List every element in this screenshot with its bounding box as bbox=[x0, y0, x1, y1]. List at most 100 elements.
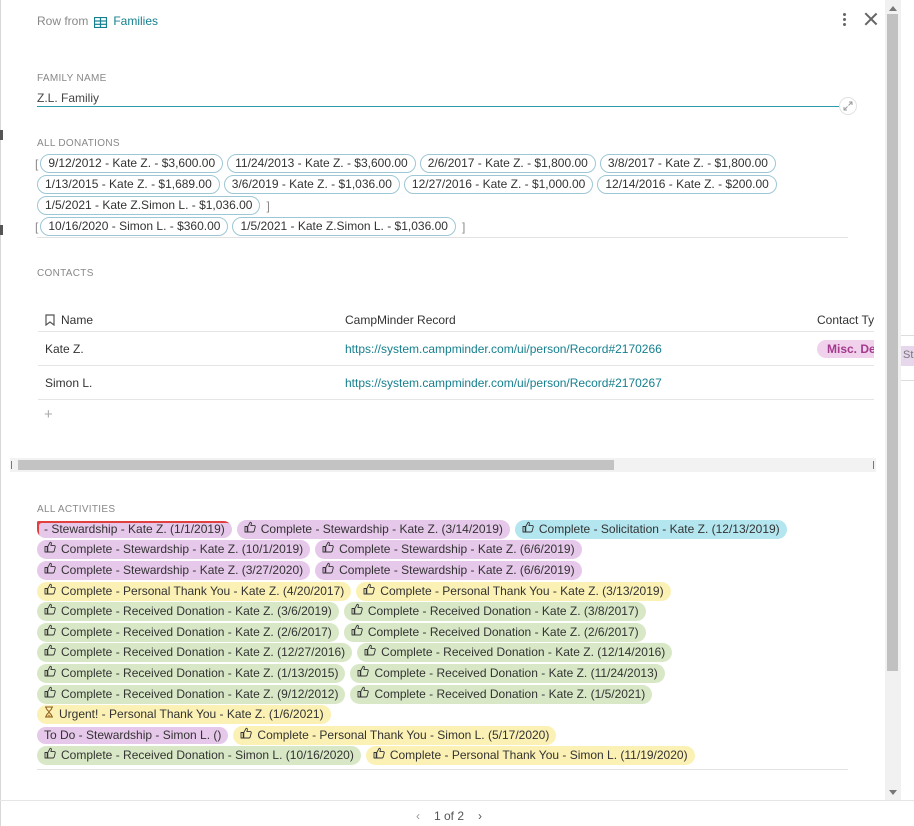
activities-row: To Do - Stewardship - Simon L. () Complet… bbox=[37, 725, 849, 746]
expand-icon[interactable] bbox=[839, 97, 857, 115]
scrollbar-thumb[interactable] bbox=[887, 14, 898, 671]
activity-chip[interactable]: Complete - Received Donation - Kate Z. (… bbox=[37, 622, 339, 642]
campminder-link[interactable]: https://system.campminder.com/ui/person/… bbox=[345, 376, 817, 390]
more-options-icon[interactable] bbox=[838, 10, 850, 28]
activity-label: Complete - Stewardship - Kate Z. (3/27/2… bbox=[61, 562, 304, 577]
donation-chip[interactable]: 9/12/2012 - Kate Z. - $3,600.00 bbox=[40, 154, 224, 173]
activity-chip[interactable]: Complete - Personal Thank You - Simon L.… bbox=[233, 725, 557, 745]
scrollbar-thumb[interactable] bbox=[18, 460, 614, 470]
table-row[interactable]: Kate Z. https://system.campminder.com/ui… bbox=[38, 332, 874, 366]
donations-row: 1/5/2021 - Kate Z.Simon L. - $1,036.00 ] bbox=[37, 195, 849, 216]
activity-chip[interactable]: Complete - Personal Thank You - Kate Z. … bbox=[356, 581, 671, 601]
column-header-type[interactable]: Contact Ty bbox=[817, 313, 874, 327]
donation-chip[interactable]: 1/5/2021 - Kate Z.Simon L. - $1,036.00 bbox=[37, 196, 261, 215]
activity-label: Complete - Personal Thank You - Simon L.… bbox=[389, 748, 688, 763]
activity-label: Complete - Received Donation - Kate Z. (… bbox=[61, 686, 339, 701]
activities-label: ALL ACTIVITIES bbox=[37, 504, 116, 515]
pager: ‹ 1 of 2 › bbox=[416, 809, 482, 823]
activity-chip[interactable]: Complete - Stewardship - Kate Z. (10/1/2… bbox=[37, 540, 311, 560]
thumbs-up-icon bbox=[44, 644, 56, 661]
activity-label: Complete - Personal Thank You - Simon L.… bbox=[257, 727, 550, 742]
scroll-right-arrow[interactable] bbox=[873, 461, 874, 469]
donation-chip[interactable]: 1/13/2015 - Kate Z. - $1,689.00 bbox=[37, 175, 220, 194]
contact-type-badge: Misc. De bbox=[817, 339, 874, 358]
thumbs-up-icon bbox=[244, 521, 256, 538]
activity-chip[interactable]: Complete - Stewardship - Kate Z. (3/14/2… bbox=[236, 519, 510, 539]
activity-chip[interactable]: Urgent! - Personal Thank You - Kate Z. (… bbox=[37, 705, 331, 725]
activity-label: - Stewardship - Kate Z. (1/1/2019) bbox=[44, 521, 225, 536]
bracket: [ bbox=[35, 219, 39, 234]
activity-chip[interactable]: Complete - Received Donation - Kate Z. (… bbox=[357, 643, 673, 663]
chevron-left-icon[interactable]: ‹ bbox=[416, 809, 420, 823]
activity-chip[interactable]: Complete - Personal Thank You - Simon L.… bbox=[365, 746, 695, 766]
background-edge-mark bbox=[0, 225, 3, 235]
activity-chip[interactable]: Complete - Received Donation - Kate Z. (… bbox=[350, 663, 665, 683]
donation-chip[interactable]: 12/27/2016 - Kate Z. - $1,000.00 bbox=[403, 175, 594, 194]
activity-label: Urgent! - Personal Thank You - Kate Z. (… bbox=[59, 707, 324, 722]
donations-list: [ 9/12/2012 - Kate Z. - $3,600.00 11/24/… bbox=[35, 153, 849, 237]
column-header-record[interactable]: CampMinder Record bbox=[345, 313, 817, 327]
add-row-button[interactable]: + bbox=[44, 406, 53, 423]
activity-chip[interactable]: Complete - Personal Thank You - Kate Z. … bbox=[37, 581, 352, 601]
activities-row: - Stewardship - Kate Z. (1/1/2019) Comple… bbox=[37, 519, 849, 540]
activity-chip[interactable]: Complete - Received Donation - Kate Z. (… bbox=[343, 602, 646, 622]
thumbs-up-icon bbox=[240, 727, 253, 744]
activities-row: Complete - Received Donation - Kate Z. (… bbox=[37, 601, 849, 622]
thumbs-up-icon bbox=[364, 644, 376, 661]
table-icon bbox=[94, 16, 108, 28]
activity-label: Complete - Received Donation - Simon L. … bbox=[61, 748, 354, 763]
donation-chip[interactable]: 3/6/2019 - Kate Z. - $1,036.00 bbox=[223, 175, 400, 194]
thumbs-up-icon bbox=[44, 665, 56, 682]
activities-row: Urgent! - Personal Thank You - Kate Z. (… bbox=[37, 704, 849, 725]
activity-chip[interactable]: Complete - Received Donation - Kate Z. (… bbox=[343, 622, 646, 642]
scroll-up-arrow[interactable] bbox=[889, 6, 897, 11]
donation-chip[interactable]: 3/8/2017 - Kate Z. - $1,800.00 bbox=[599, 154, 776, 173]
thumbs-up-icon bbox=[44, 541, 56, 558]
thumbs-up-icon bbox=[357, 665, 370, 682]
activity-chip[interactable]: Complete - Received Donation - Kate Z. (… bbox=[37, 643, 353, 663]
close-icon[interactable] bbox=[864, 12, 878, 26]
thumbs-up-icon bbox=[44, 686, 56, 703]
activity-chip[interactable]: Complete - Received Donation - Kate Z. (… bbox=[37, 602, 339, 622]
activity-chip[interactable]: Complete - Received Donation - Kate Z. (… bbox=[37, 684, 346, 704]
thumbs-up-icon bbox=[44, 583, 56, 600]
column-header-name[interactable]: Name bbox=[38, 313, 345, 327]
activity-chip[interactable]: Complete - Received Donation - Kate Z. (… bbox=[350, 684, 653, 704]
activity-chip[interactable]: Complete - Received Donation - Kate Z. (… bbox=[37, 663, 346, 683]
activity-chip[interactable]: Complete - Stewardship - Kate Z. (6/6/20… bbox=[315, 560, 582, 580]
table-link[interactable]: Families bbox=[113, 14, 158, 28]
thumbs-up-icon bbox=[522, 521, 534, 538]
activity-chip[interactable]: Complete - Received Donation - Simon L. … bbox=[37, 746, 361, 766]
activities-row: Complete - Received Donation - Kate Z. (… bbox=[37, 622, 849, 643]
activity-chip[interactable]: Complete - Stewardship - Kate Z. (3/27/2… bbox=[37, 560, 311, 580]
chevron-right-icon[interactable]: › bbox=[478, 809, 482, 823]
bracket: ] bbox=[266, 198, 270, 213]
table-header: Name CampMinder Record Contact Ty bbox=[38, 308, 874, 332]
modal-footer: ‹ 1 of 2 › bbox=[0, 800, 914, 826]
horizontal-scrollbar[interactable] bbox=[10, 458, 876, 472]
activity-label: Complete - Stewardship - Kate Z. (6/6/20… bbox=[339, 562, 575, 577]
donation-chip[interactable]: 1/5/2021 - Kate Z.Simon L. - $1,036.00 bbox=[232, 217, 456, 236]
activity-chip[interactable]: - Stewardship - Kate Z. (1/1/2019) bbox=[37, 520, 232, 538]
activity-label: Complete - Stewardship - Kate Z. (3/14/2… bbox=[260, 521, 503, 536]
scroll-down-arrow[interactable] bbox=[889, 790, 897, 795]
vertical-scrollbar[interactable] bbox=[885, 0, 901, 800]
activity-label: Complete - Stewardship - Kate Z. (10/1/2… bbox=[61, 542, 304, 557]
thumbs-up-icon bbox=[44, 624, 56, 641]
activity-label: Complete - Received Donation - Kate Z. (… bbox=[381, 645, 666, 660]
donation-chip[interactable]: 10/16/2020 - Simon L. - $360.00 bbox=[40, 217, 229, 236]
donation-chip[interactable]: 12/14/2016 - Kate Z. - $200.00 bbox=[597, 175, 777, 194]
campminder-link[interactable]: https://system.campminder.com/ui/person/… bbox=[345, 342, 817, 356]
activity-chip[interactable]: Complete - Solicitation - Kate Z. (12/13… bbox=[514, 519, 787, 539]
table-row[interactable]: Simon L. https://system.campminder.com/u… bbox=[38, 366, 874, 400]
activities-list: - Stewardship - Kate Z. (1/1/2019) Comple… bbox=[37, 519, 849, 766]
bracket: ] bbox=[461, 219, 466, 234]
scroll-left-arrow[interactable] bbox=[11, 461, 12, 469]
modal-header: Row from Families bbox=[37, 10, 878, 32]
activity-chip[interactable]: To Do - Stewardship - Simon L. () bbox=[37, 726, 229, 744]
bracket: [ bbox=[35, 156, 39, 171]
donation-chip[interactable]: 2/6/2017 - Kate Z. - $1,800.00 bbox=[419, 154, 596, 173]
donation-chip[interactable]: 11/24/2013 - Kate Z. - $3,600.00 bbox=[227, 154, 416, 173]
family-name-input[interactable] bbox=[37, 92, 839, 107]
activity-chip[interactable]: Complete - Stewardship - Kate Z. (6/6/20… bbox=[315, 540, 582, 560]
